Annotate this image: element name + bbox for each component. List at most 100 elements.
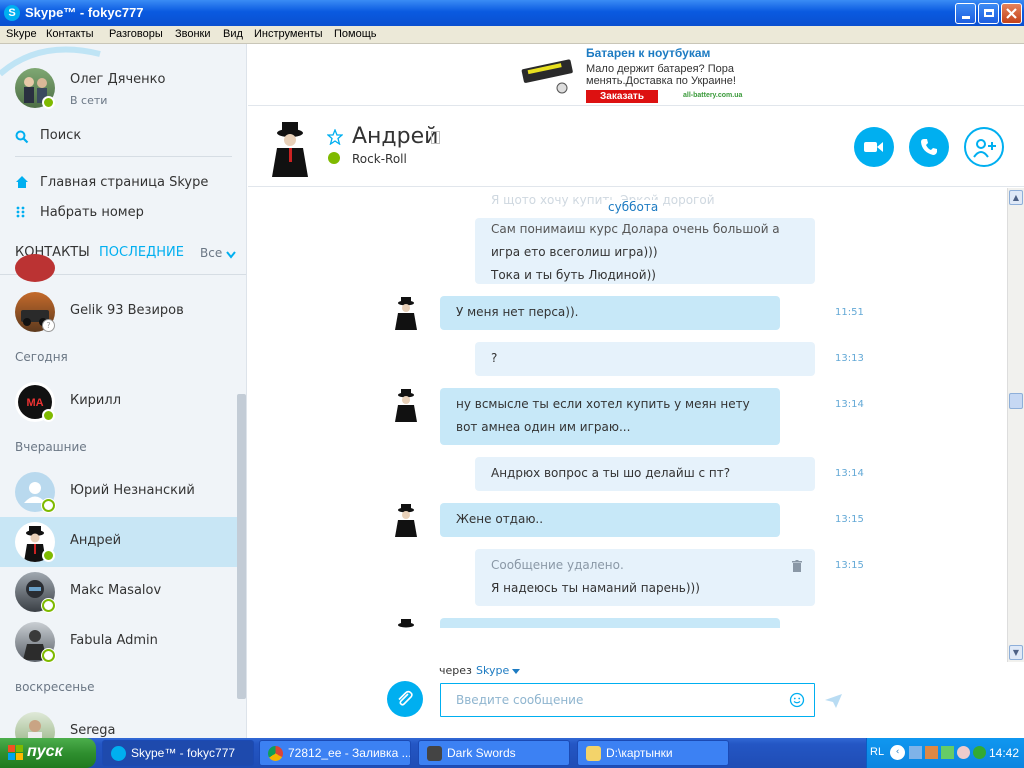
menu-tools[interactable]: Инструменты xyxy=(254,28,323,40)
deleted-message-notice: Сообщение удалено. xyxy=(491,558,624,572)
contact-name: Андрей xyxy=(70,533,122,548)
contact-item-kirill[interactable]: MA Кирилл xyxy=(0,377,237,427)
contact-avatar-partial xyxy=(15,254,55,282)
scroll-thumb[interactable] xyxy=(1009,393,1023,409)
video-call-button[interactable] xyxy=(854,127,894,167)
ad-banner[interactable]: Батарен к ноутбукам Мало держит батарея?… xyxy=(248,44,1024,106)
sidebar-scrollbar[interactable] xyxy=(237,394,246,699)
tray-app-icon[interactable] xyxy=(925,746,938,759)
sender-avatar[interactable] xyxy=(391,388,421,422)
menu-contacts[interactable]: Контакты xyxy=(46,28,94,40)
favorite-star-icon[interactable] xyxy=(327,129,343,145)
filter-dropdown[interactable]: Все xyxy=(200,246,222,260)
message-time: 13:15 xyxy=(835,560,864,571)
network-icon[interactable] xyxy=(909,746,922,759)
tab-recent[interactable]: ПОСЛЕДНИЕ xyxy=(99,245,184,260)
message-incoming[interactable]: У меня нет перса)). xyxy=(440,296,780,330)
contact-item-yuriy[interactable]: Юрий Незнанский xyxy=(0,467,237,517)
restore-icon xyxy=(983,9,994,17)
sender-avatar[interactable] xyxy=(391,618,421,628)
contact-item-gelik[interactable]: ? Gelik 93 Везиров xyxy=(0,287,237,337)
contact-item-serega[interactable]: Serega xyxy=(0,707,237,738)
task-game[interactable]: Dark Swords xyxy=(418,740,570,766)
sender-avatar[interactable] xyxy=(391,296,421,330)
message-incoming-partial[interactable] xyxy=(440,618,780,628)
contact-item-fabula[interactable]: Fabula Admin xyxy=(0,617,237,667)
voice-call-button[interactable] xyxy=(909,127,949,167)
message-outgoing[interactable]: Сам понимаиш курс Долара очень большой а… xyxy=(475,218,815,284)
tray-expand-icon[interactable]: ‹ xyxy=(890,745,905,760)
skype-logo-icon: S xyxy=(4,5,20,21)
language-indicator[interactable]: RL xyxy=(870,746,884,758)
search-icon xyxy=(15,130,29,144)
message-outgoing[interactable]: Андрюх вопрос а ты шо делайш с пт? xyxy=(475,457,815,491)
chat-history[interactable]: Я щото хочу купить Эркой дорогой суббота… xyxy=(248,188,1006,628)
conversation-status-online-icon xyxy=(328,152,340,164)
tray-utility-icon[interactable] xyxy=(973,746,986,759)
task-label: Skype™ - fokyc777 xyxy=(131,746,236,760)
task-browser[interactable]: 72812_ee - Заливка ... xyxy=(259,740,411,766)
message-incoming[interactable]: Жене отдаю.. xyxy=(440,503,780,537)
home-icon xyxy=(16,176,28,188)
minimize-icon xyxy=(961,16,970,19)
contact-item-andrey[interactable]: Андрей xyxy=(0,517,237,567)
message-incoming[interactable]: ну всмысле ты если хотел купить у меян н… xyxy=(440,388,780,445)
via-service-dropdown[interactable]: Skype xyxy=(476,664,509,677)
message-text: Я надеюсь ты наманий парень))) xyxy=(491,581,700,595)
send-icon[interactable] xyxy=(825,694,843,708)
dialpad-icon xyxy=(16,206,25,218)
start-label: пуск xyxy=(27,743,63,760)
skype-icon xyxy=(111,746,126,761)
trash-icon[interactable] xyxy=(792,560,802,572)
start-button[interactable]: пуск xyxy=(0,738,96,768)
status-online-icon xyxy=(42,549,55,562)
sender-avatar[interactable] xyxy=(391,503,421,537)
message-text: У меня нет перса)). xyxy=(456,305,579,319)
task-folder[interactable]: D:\картынки xyxy=(577,740,729,766)
message-input[interactable]: Введите сообщение xyxy=(440,683,815,717)
attach-button[interactable] xyxy=(387,681,423,717)
menu-conversations[interactable]: Разговоры xyxy=(109,28,163,40)
profile-name[interactable]: Олег Дяченко xyxy=(70,72,165,87)
search-field[interactable]: Поиск xyxy=(40,128,81,143)
message-text: Тока и ты буть Людиной)) xyxy=(491,268,656,282)
menu-help[interactable]: Помощь xyxy=(334,28,377,40)
ad-site[interactable]: all-battery.com.ua xyxy=(683,92,742,99)
divider xyxy=(15,156,232,157)
tray-gear-icon[interactable] xyxy=(957,746,970,759)
ad-title[interactable]: Батарен к ноутбукам xyxy=(586,46,710,60)
svg-text:MA: MA xyxy=(26,397,43,409)
taskbar: пуск Skype™ - fokyc777 72812_ee - Заливк… xyxy=(0,738,1024,768)
minimize-button[interactable] xyxy=(955,3,976,24)
profile-status-online-icon xyxy=(42,96,55,109)
clock[interactable]: 14:42 xyxy=(989,746,1019,760)
close-icon xyxy=(1006,8,1017,19)
add-participant-button[interactable] xyxy=(964,127,1004,167)
conversation-avatar[interactable] xyxy=(266,117,314,177)
ad-order-button[interactable]: Заказать xyxy=(586,90,658,103)
security-icon[interactable] xyxy=(941,746,954,759)
message-outgoing[interactable]: Сообщение удалено. Я надеюсь ты наманий … xyxy=(475,549,815,606)
task-skype[interactable]: Skype™ - fokyc777 xyxy=(102,740,254,766)
ad-line-2: менять.Доставка по Украине! xyxy=(586,75,736,87)
system-tray: RL ‹ 14:42 xyxy=(866,738,1024,768)
status-offline-icon xyxy=(42,649,55,662)
scroll-up-button[interactable]: ▲ xyxy=(1009,190,1023,205)
maximize-button[interactable] xyxy=(978,3,999,24)
menu-skype[interactable]: Skype xyxy=(6,28,37,40)
task-label: D:\картынки xyxy=(606,746,673,760)
message-time: 13:14 xyxy=(835,399,864,410)
message-time: 13:15 xyxy=(835,514,864,525)
status-online-icon xyxy=(42,409,55,422)
chat-scrollbar[interactable]: ▲ ▼ xyxy=(1007,188,1024,662)
emoticon-icon[interactable] xyxy=(789,692,805,708)
contact-item-makc[interactable]: Makc Masalov xyxy=(0,567,237,617)
menu-view[interactable]: Вид xyxy=(223,28,243,40)
dial-number-link[interactable]: Набрать номер xyxy=(40,205,144,220)
scroll-down-button[interactable]: ▼ xyxy=(1009,645,1023,660)
message-outgoing[interactable]: ? xyxy=(475,342,815,376)
profile-status[interactable]: В сети xyxy=(70,94,107,107)
home-link[interactable]: Главная страница Skype xyxy=(40,175,208,190)
menu-calls[interactable]: Звонки xyxy=(175,28,211,40)
close-button[interactable] xyxy=(1001,3,1022,24)
